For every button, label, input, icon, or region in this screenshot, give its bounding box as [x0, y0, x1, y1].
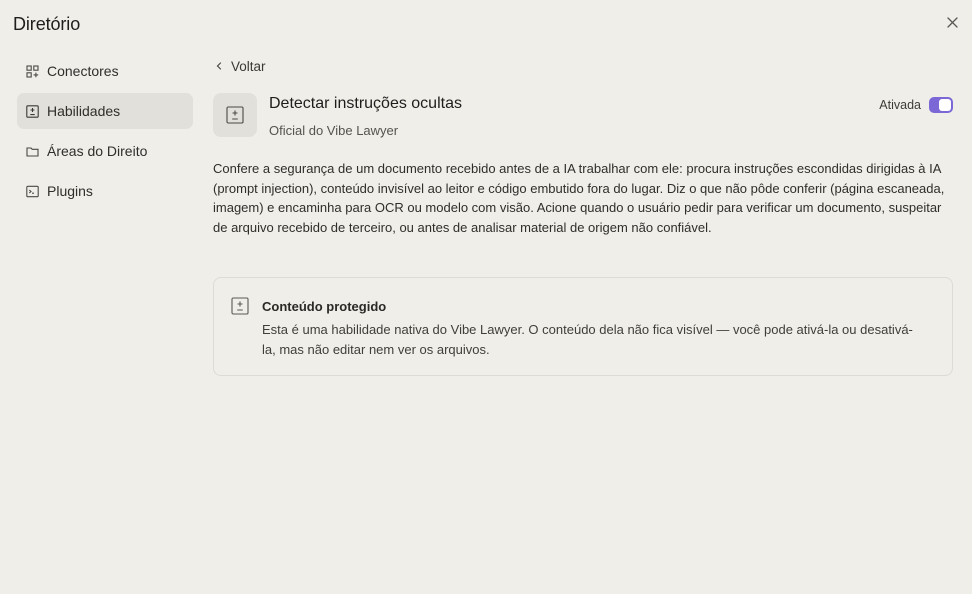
back-label: Voltar — [231, 58, 266, 74]
toggle-label: Ativada — [879, 98, 921, 112]
notice-title: Conteúdo protegido — [262, 299, 387, 314]
connectors-grid-icon — [25, 64, 39, 78]
terminal-plugin-icon — [25, 184, 39, 198]
sidebar-item-label: Áreas do Direito — [47, 143, 148, 159]
close-button[interactable] — [942, 12, 962, 32]
sidebar: Conectores Habilidades Áreas do Direito — [17, 53, 193, 213]
sidebar-item-label: Habilidades — [47, 103, 121, 119]
toggle-knob — [939, 99, 951, 111]
directory-dialog: Diretório Conectores Habilidades Áreas d… — [0, 0, 972, 594]
sidebar-item-label: Plugins — [47, 183, 93, 199]
skill-box-icon — [231, 297, 249, 315]
skill-box-icon — [25, 104, 39, 118]
sidebar-item-areas-do-direito[interactable]: Áreas do Direito — [17, 133, 193, 169]
sidebar-item-habilidades[interactable]: Habilidades — [17, 93, 193, 129]
skill-title: Detectar instruções ocultas — [269, 95, 462, 112]
skill-description: Confere a segurança de um documento rece… — [213, 161, 945, 235]
sidebar-item-label: Conectores — [47, 63, 119, 79]
back-link[interactable]: Voltar — [215, 57, 266, 75]
sidebar-item-conectores[interactable]: Conectores — [17, 53, 193, 89]
protected-content-notice: Conteúdo protegido Esta é uma habilidade… — [213, 277, 953, 376]
skill-enabled-toggle[interactable] — [929, 97, 953, 113]
skill-icon-tile — [213, 93, 257, 137]
skill-box-icon — [226, 106, 244, 124]
sidebar-item-plugins[interactable]: Plugins — [17, 173, 193, 209]
chevron-left-icon — [215, 61, 225, 71]
dialog-title: Diretório — [13, 14, 81, 34]
folder-icon — [25, 144, 39, 158]
notice-body: Esta é uma habilidade nativa do Vibe Law… — [262, 322, 913, 357]
skill-toggle-group: Ativada — [879, 96, 953, 114]
skill-subtitle: Oficial do Vibe Lawyer — [269, 123, 399, 138]
close-icon — [946, 16, 958, 28]
